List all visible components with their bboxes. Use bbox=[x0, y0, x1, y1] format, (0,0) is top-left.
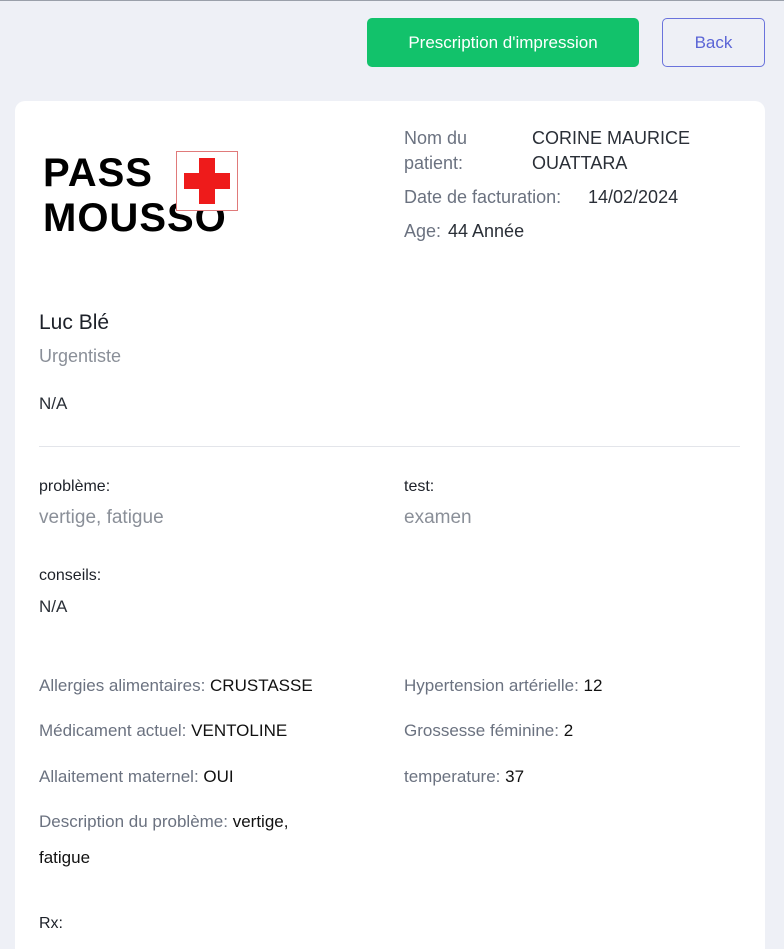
allergies-field: Allergies alimentaires: CRUSTASSE bbox=[39, 668, 313, 704]
breastfeeding-value: OUI bbox=[203, 767, 234, 786]
description-field-line-2: fatigue bbox=[39, 840, 90, 876]
breastfeeding-field: Allaitement maternel: OUI bbox=[39, 759, 234, 795]
test-label: test: bbox=[404, 478, 435, 495]
back-button[interactable]: Back bbox=[662, 18, 765, 67]
breastfeeding-label: Allaitement maternel: bbox=[39, 767, 199, 786]
billing-date-value: 14/02/2024 bbox=[588, 187, 679, 207]
hypertension-value: 12 bbox=[583, 676, 603, 695]
doctor-extra: N/A bbox=[39, 394, 68, 413]
top-toolbar: Prescription d'impression Back bbox=[0, 1, 784, 101]
billing-date-label: Date de facturation: bbox=[404, 187, 562, 207]
hypertension-field: Hypertension artérielle: 12 bbox=[404, 668, 602, 704]
pregnancy-label: Grossesse féminine: bbox=[404, 721, 559, 740]
temperature-label: temperature: bbox=[404, 767, 501, 786]
temperature-value: 37 bbox=[505, 767, 525, 786]
rx-label: Rx: bbox=[39, 915, 63, 932]
doctor-role: Urgentiste bbox=[39, 346, 122, 366]
description-field: Description du problème: vertige, bbox=[39, 804, 288, 840]
print-prescription-button[interactable]: Prescription d'impression bbox=[367, 18, 639, 67]
description-value-2: fatigue bbox=[39, 848, 91, 867]
allergies-value: CRUSTASSE bbox=[210, 676, 313, 695]
age-value: 44 Année bbox=[448, 221, 525, 241]
pass-mousso-logo: PASS MOUSSO bbox=[43, 151, 253, 251]
patient-name-label-1: Nom du bbox=[404, 128, 468, 148]
medication-field: Médicament actuel: VENTOLINE bbox=[39, 713, 287, 749]
doctor-name: Luc Blé bbox=[39, 311, 110, 334]
advice-value: N/A bbox=[39, 597, 68, 616]
medication-value: VENTOLINE bbox=[191, 721, 288, 740]
problem-value: vertige, fatigue bbox=[39, 507, 164, 528]
divider bbox=[39, 446, 740, 447]
prescription-card: PASS MOUSSO Nom du patient: CORINE MAURI… bbox=[15, 101, 765, 949]
age-label: Age: bbox=[404, 221, 442, 241]
temperature-field: temperature: 37 bbox=[404, 759, 524, 795]
patient-name-value-1: CORINE MAURICE bbox=[532, 128, 691, 148]
description-label: Description du problème: bbox=[39, 812, 228, 831]
red-cross-icon bbox=[176, 151, 238, 211]
hypertension-label: Hypertension artérielle: bbox=[404, 676, 579, 695]
medication-label: Médicament actuel: bbox=[39, 721, 187, 740]
description-value-1: vertige, bbox=[232, 812, 289, 831]
pregnancy-field: Grossesse féminine: 2 bbox=[404, 713, 573, 749]
allergies-label: Allergies alimentaires: bbox=[39, 676, 206, 695]
pregnancy-value: 2 bbox=[563, 721, 574, 740]
advice-label: conseils: bbox=[39, 567, 102, 584]
problem-label: problème: bbox=[39, 478, 111, 495]
patient-name-label-2: patient: bbox=[404, 153, 464, 173]
patient-name-value-2: OUATTARA bbox=[532, 153, 628, 173]
test-value: examen bbox=[404, 507, 472, 528]
